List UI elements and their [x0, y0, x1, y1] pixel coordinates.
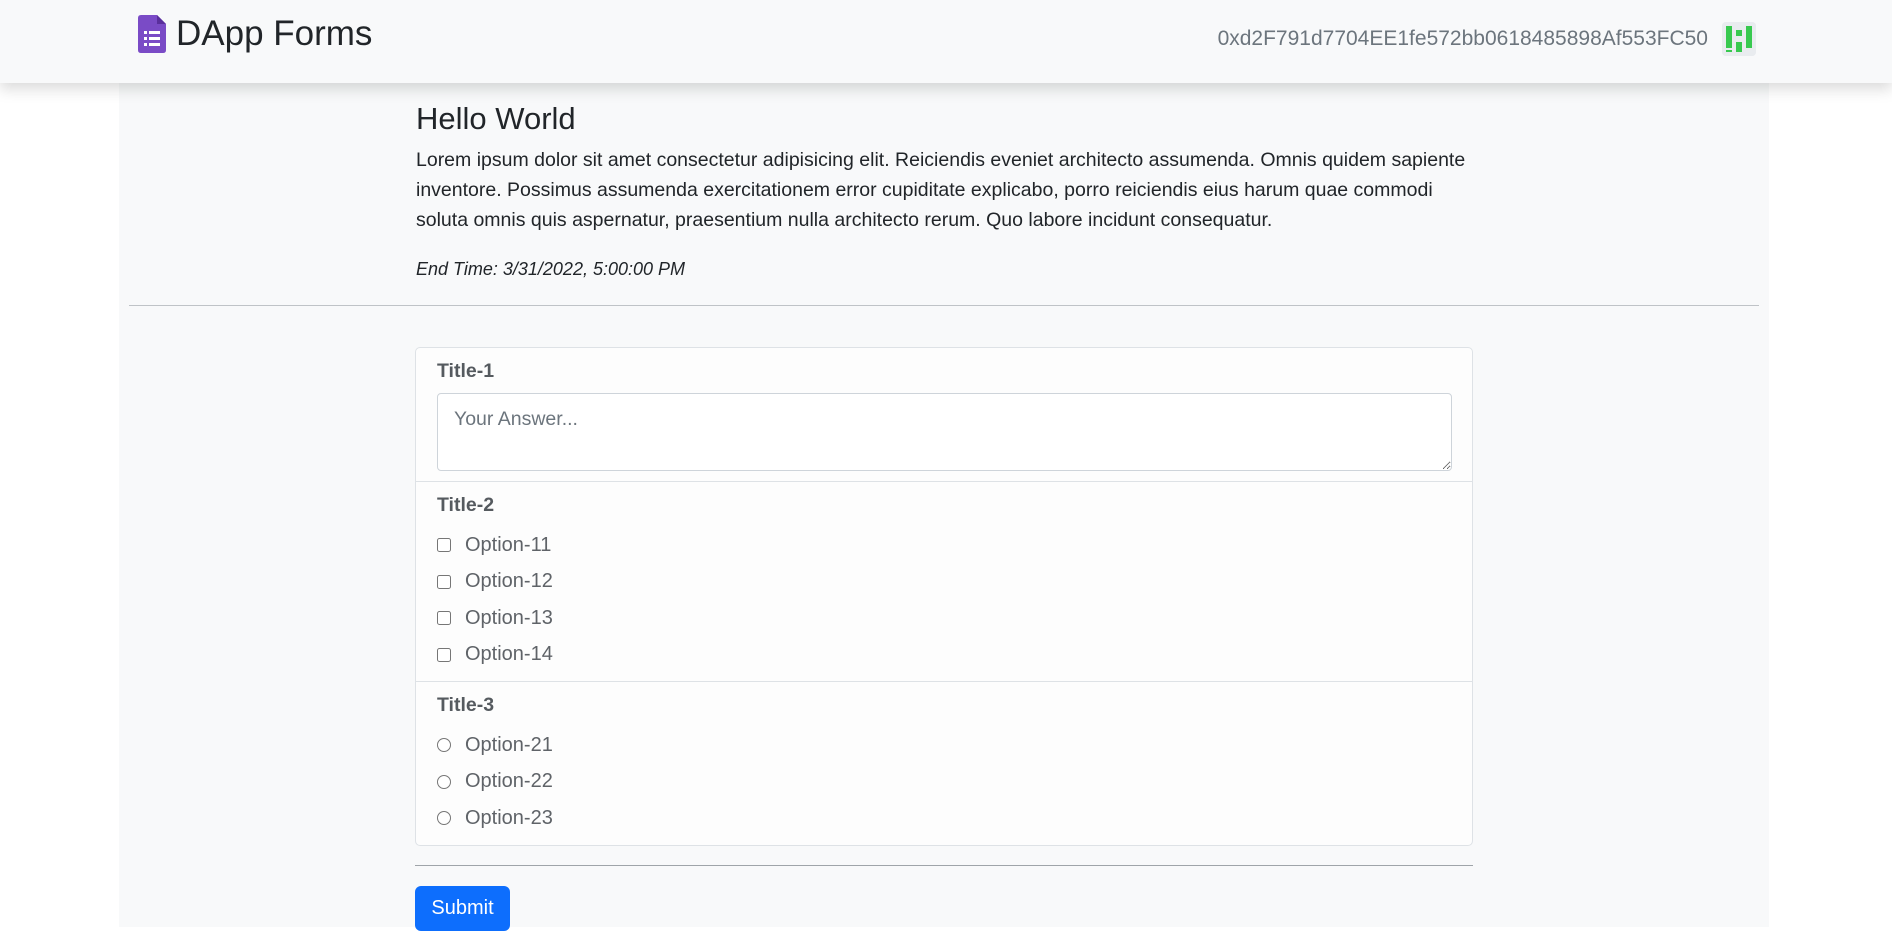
- wallet-address: 0xd2F791d7704EE1fe572bb0618485898Af553FC…: [1217, 27, 1708, 50]
- option-radio[interactable]: [437, 811, 451, 826]
- option-label: Option-22: [465, 770, 553, 793]
- option-label: Option-14: [465, 643, 553, 666]
- option-checkbox[interactable]: [437, 574, 451, 589]
- top-navbar: DApp Forms 0xd2F791d7704EE1fe572bb061848…: [0, 0, 1892, 83]
- question-title: Title-2: [437, 494, 495, 516]
- checkbox-option[interactable]: Option-14: [437, 637, 1451, 674]
- option-label: Option-12: [465, 570, 553, 593]
- question-title: Title-1: [437, 360, 495, 382]
- form-end-time: End Time: 3/31/2022, 5:00:00 PM: [416, 259, 686, 279]
- radio-option[interactable]: Option-21: [437, 727, 1451, 764]
- account-info: 0xd2F791d7704EE1fe572bb0618485898Af553FC…: [1218, 22, 1756, 56]
- option-radio[interactable]: [437, 738, 451, 753]
- checkbox-option[interactable]: Option-13: [437, 600, 1451, 637]
- option-label: Option-11: [465, 533, 552, 556]
- questions-card: Title-1 Title-2 Option-11 Option-12 Opti…: [415, 347, 1473, 846]
- option-label: Option-13: [465, 606, 553, 629]
- option-checkbox[interactable]: [437, 611, 451, 626]
- option-label: Option-23: [465, 806, 553, 829]
- option-radio[interactable]: [437, 774, 451, 789]
- header-divider: [129, 305, 1759, 306]
- submit-button[interactable]: Submit: [415, 886, 510, 931]
- question-2: Title-2 Option-11 Option-12 Option-13 Op…: [416, 482, 1472, 682]
- answer-textarea[interactable]: [437, 393, 1452, 471]
- question-title: Title-3: [437, 694, 495, 716]
- checkbox-option[interactable]: Option-11: [437, 527, 1451, 564]
- form-document-icon: [138, 15, 166, 53]
- option-checkbox[interactable]: [437, 538, 451, 553]
- form-page: Hello World Lorem ipsum dolor sit amet c…: [119, 83, 1769, 931]
- form-title: Hello World: [416, 101, 576, 136]
- identicon-avatar-icon[interactable]: [1722, 22, 1756, 56]
- brand-name: DApp Forms: [176, 14, 373, 53]
- option-label: Option-21: [465, 733, 553, 756]
- checkbox-option[interactable]: Option-12: [437, 564, 1451, 601]
- form-header: Hello World Lorem ipsum dolor sit amet c…: [416, 101, 1476, 280]
- brand[interactable]: DApp Forms: [138, 14, 372, 54]
- question-3: Title-3 Option-21 Option-22 Option-23: [416, 682, 1472, 845]
- radio-option[interactable]: Option-23: [437, 800, 1451, 837]
- form-divider: [415, 865, 1473, 866]
- radio-option[interactable]: Option-22: [437, 764, 1451, 801]
- question-1: Title-1: [416, 348, 1472, 482]
- option-checkbox[interactable]: [437, 647, 451, 662]
- form-description: Lorem ipsum dolor sit amet consectetur a…: [416, 149, 1466, 231]
